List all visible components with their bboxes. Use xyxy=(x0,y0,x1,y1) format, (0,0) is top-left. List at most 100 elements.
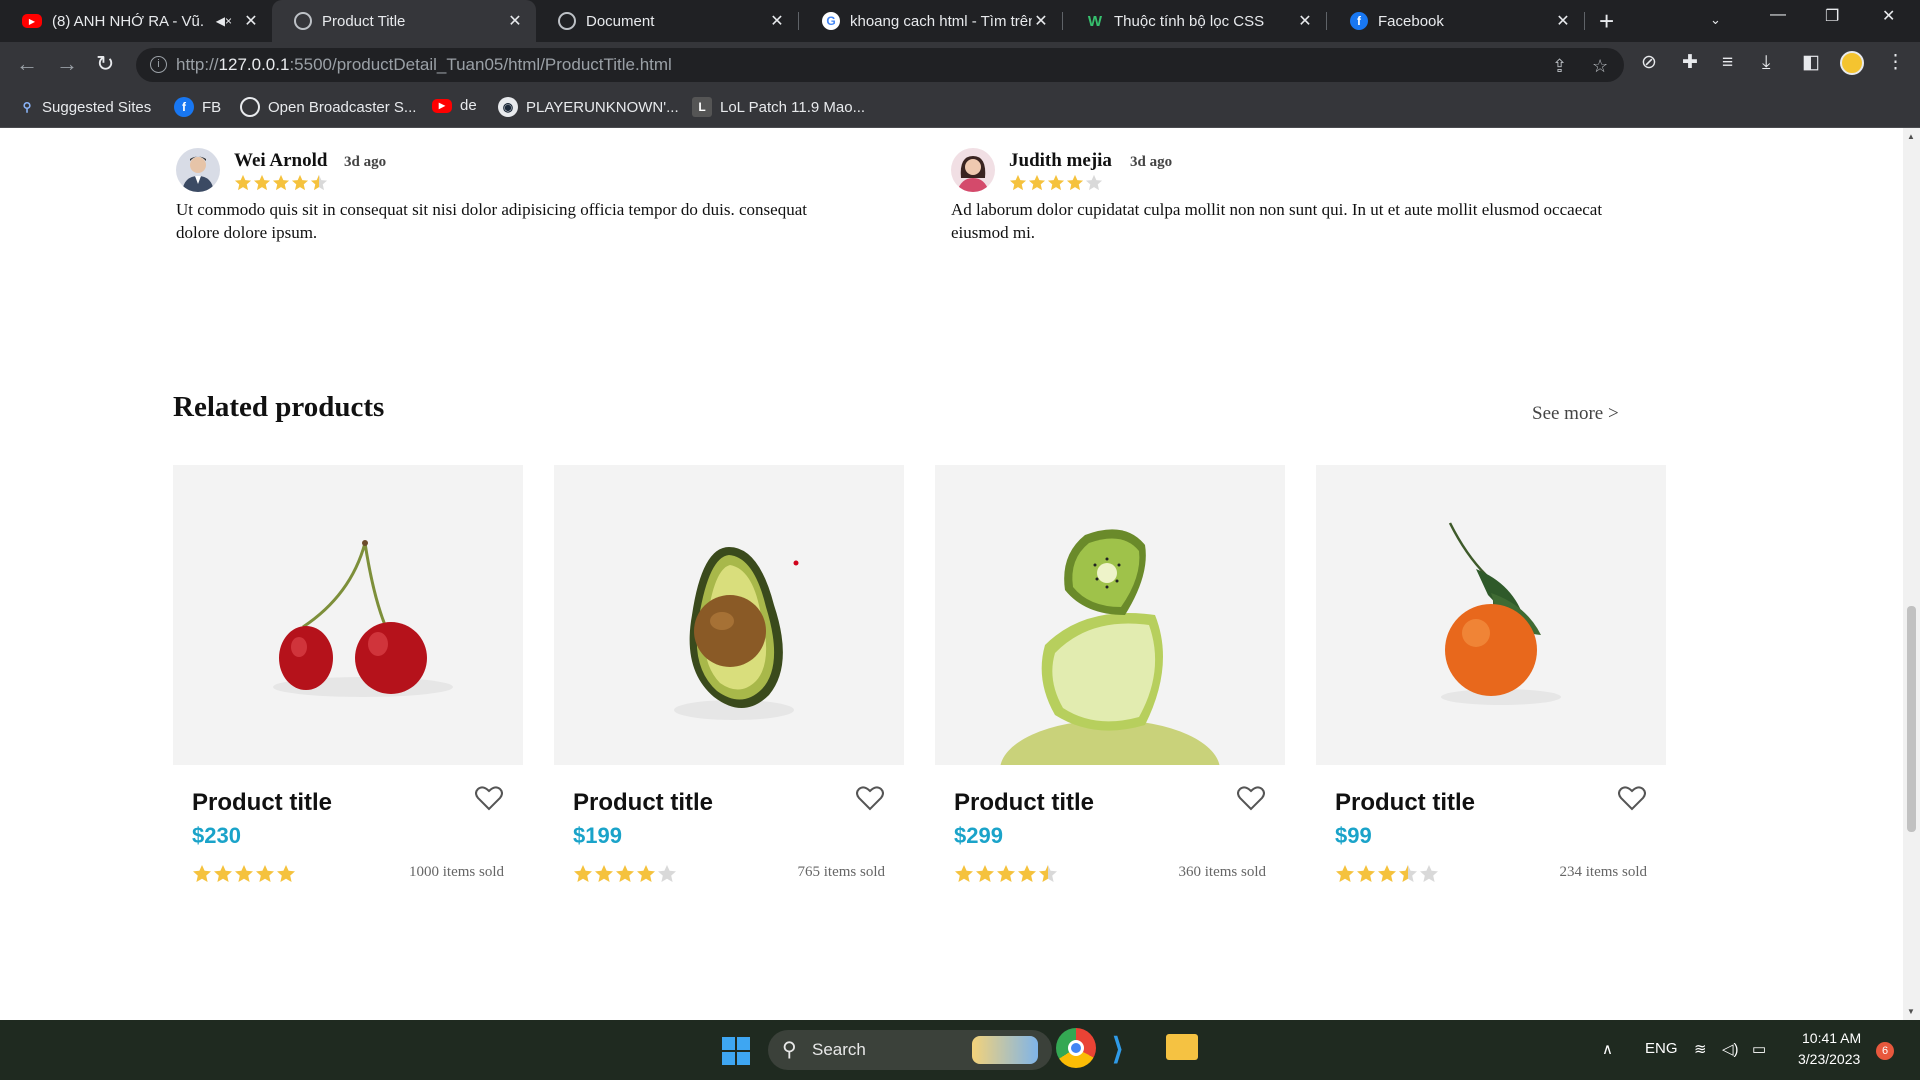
star-icon xyxy=(272,174,290,191)
bookmark-star-icon[interactable]: ☆ xyxy=(1592,56,1608,77)
bookmark-pubg[interactable]: ◉ PLAYERUNKNOWN'... xyxy=(498,97,679,117)
side-panel-icon[interactable]: ◧ xyxy=(1802,52,1820,74)
windows-start-icon[interactable] xyxy=(722,1037,750,1065)
address-bar[interactable]: i http://127.0.0.1:5500/productDetail_Tu… xyxy=(136,48,1624,82)
product-image-cherries[interactable] xyxy=(173,465,523,765)
product-title[interactable]: Product title xyxy=(954,789,1094,817)
tab-document[interactable]: Document ✕ xyxy=(536,0,798,42)
clock-date[interactable]: 3/23/2023 xyxy=(1798,1051,1860,1067)
star-icon xyxy=(637,865,655,882)
star-icon xyxy=(997,865,1015,882)
close-icon[interactable]: ✕ xyxy=(768,11,786,31)
product-image-kiwi-lime[interactable] xyxy=(935,465,1285,765)
close-icon[interactable]: ✕ xyxy=(1032,11,1050,31)
page-scrollbar[interactable]: ▲ ▼ xyxy=(1903,128,1920,1020)
product-price: $99 xyxy=(1335,823,1372,848)
file-explorer-icon[interactable] xyxy=(1166,1034,1198,1060)
forward-icon[interactable]: → xyxy=(56,52,78,76)
scroll-up-icon[interactable]: ▲ xyxy=(1907,132,1915,141)
restore-icon[interactable]: ❐ xyxy=(1825,6,1839,26)
tab-title: Thuộc tính bộ lọc CSS xyxy=(1114,12,1265,30)
globe-icon xyxy=(294,12,312,30)
heart-icon[interactable] xyxy=(475,785,503,811)
review-text: Ut commodo quis sit in consequat sit nis… xyxy=(176,200,807,242)
close-icon[interactable]: ✕ xyxy=(506,11,524,31)
star-icon xyxy=(1336,865,1354,882)
tab-youtube[interactable]: ▶ (8) ANH NHỚ RA - Vũ. ◀× ✕ xyxy=(0,0,272,42)
profile-avatar[interactable] xyxy=(1840,51,1864,75)
compass-icon[interactable]: ⊘ xyxy=(1641,52,1657,74)
bookmark-de[interactable]: ▶ de xyxy=(432,97,477,114)
bookmark-lol-patch[interactable]: L LoL Patch 11.9 Mao... xyxy=(692,97,865,117)
vscode-taskbar-icon[interactable]: ⟩ xyxy=(1112,1032,1124,1067)
bookmark-label: FB xyxy=(202,98,222,116)
taskbar-search[interactable]: ⚲ Search xyxy=(768,1030,1052,1070)
youtube-icon: ▶ xyxy=(432,98,452,113)
product-title[interactable]: Product title xyxy=(1335,789,1475,817)
scrollbar-thumb[interactable] xyxy=(1907,606,1916,832)
menu-icon[interactable]: ⋮ xyxy=(1886,52,1905,74)
notification-badge[interactable]: 6 xyxy=(1876,1042,1894,1060)
info-icon[interactable]: i xyxy=(150,56,167,73)
extensions-icon[interactable]: ✚ xyxy=(1682,52,1698,74)
see-more-link[interactable]: See more > xyxy=(1532,403,1619,425)
clock-time[interactable]: 10:41 AM xyxy=(1802,1030,1861,1046)
heart-icon[interactable] xyxy=(856,785,884,811)
wifi-icon[interactable]: ≋ xyxy=(1694,1040,1707,1058)
tray-chevron-icon[interactable]: ∧ xyxy=(1602,1040,1613,1058)
reviewer-avatar xyxy=(176,148,220,192)
browser-toolbar: ← → ↻ i http://127.0.0.1:5500/productDet… xyxy=(0,42,1920,88)
tab-product-title[interactable]: Product Title ✕ xyxy=(272,0,536,42)
close-window-icon[interactable]: ✕ xyxy=(1882,6,1895,26)
product-card[interactable]: Product title $99 234 items sold xyxy=(1316,465,1666,882)
new-tab-button[interactable]: + xyxy=(1599,8,1614,34)
close-icon[interactable]: ✕ xyxy=(1296,11,1314,31)
star-icon xyxy=(253,174,271,191)
product-image-avocado[interactable] xyxy=(554,465,904,765)
items-sold: 765 items sold xyxy=(797,864,885,880)
close-icon[interactable]: ✕ xyxy=(1554,11,1572,31)
reviewer-name: Wei Arnold xyxy=(234,150,328,171)
search-icon: ⚲ xyxy=(22,100,32,114)
chrome-taskbar-icon[interactable] xyxy=(1056,1028,1096,1068)
battery-icon[interactable]: ▭ xyxy=(1752,1040,1766,1058)
star-icon xyxy=(1018,865,1036,882)
bookmark-suggested-sites[interactable]: ⚲ Suggested Sites xyxy=(20,97,152,117)
tab-title: khoang cach html - Tìm trên xyxy=(850,12,1032,30)
volume-icon[interactable]: ◁) xyxy=(1722,1040,1739,1058)
heart-icon[interactable] xyxy=(1618,785,1646,811)
reload-icon[interactable]: ↻ xyxy=(96,52,114,76)
tab-search-icon[interactable]: ⌄ xyxy=(1710,12,1721,28)
speaker-muted-icon[interactable]: ◀× xyxy=(216,14,232,28)
tab-separator xyxy=(1584,12,1585,30)
close-icon[interactable]: ✕ xyxy=(242,11,260,31)
review-rating xyxy=(1009,174,1104,191)
bookmark-label: Suggested Sites xyxy=(42,98,152,116)
star-icon xyxy=(574,865,592,882)
review-rating xyxy=(234,174,329,191)
media-queue-icon[interactable]: ≡ xyxy=(1722,52,1733,74)
product-image-tangerine[interactable] xyxy=(1316,465,1666,765)
review-time: 3d ago xyxy=(344,154,387,170)
product-title[interactable]: Product title xyxy=(573,789,713,817)
share-icon[interactable]: ⇪ xyxy=(1552,56,1567,77)
product-card[interactable]: Product title $230 1000 items sold xyxy=(173,465,523,882)
product-card[interactable]: Product title $199 765 items sold xyxy=(554,465,904,882)
language-indicator[interactable]: ENG xyxy=(1645,1040,1678,1057)
tab-google-search[interactable]: G khoang cach html - Tìm trên ✕ xyxy=(800,0,1062,42)
scroll-down-icon[interactable]: ▼ xyxy=(1907,1007,1915,1016)
tab-facebook[interactable]: f Facebook ✕ xyxy=(1328,0,1584,42)
reviewer-name: Judith mejia xyxy=(1009,150,1112,171)
bookmark-fb[interactable]: f FB xyxy=(174,97,221,117)
product-card[interactable]: Product title $299 360 items sold xyxy=(935,465,1285,882)
download-icon[interactable]: ⤓ xyxy=(1762,52,1770,74)
product-title[interactable]: Product title xyxy=(192,789,332,817)
back-icon[interactable]: ← xyxy=(16,52,38,76)
tab-css-filter[interactable]: W Thuộc tính bộ lọc CSS ✕ xyxy=(1064,0,1326,42)
heart-icon[interactable] xyxy=(1237,785,1265,811)
product-rating xyxy=(1335,864,1440,883)
bookmark-obs[interactable]: Open Broadcaster S... xyxy=(240,97,416,117)
minimize-icon[interactable]: — xyxy=(1770,6,1786,24)
product-price: $230 xyxy=(192,823,241,848)
items-sold: 360 items sold xyxy=(1178,864,1266,880)
